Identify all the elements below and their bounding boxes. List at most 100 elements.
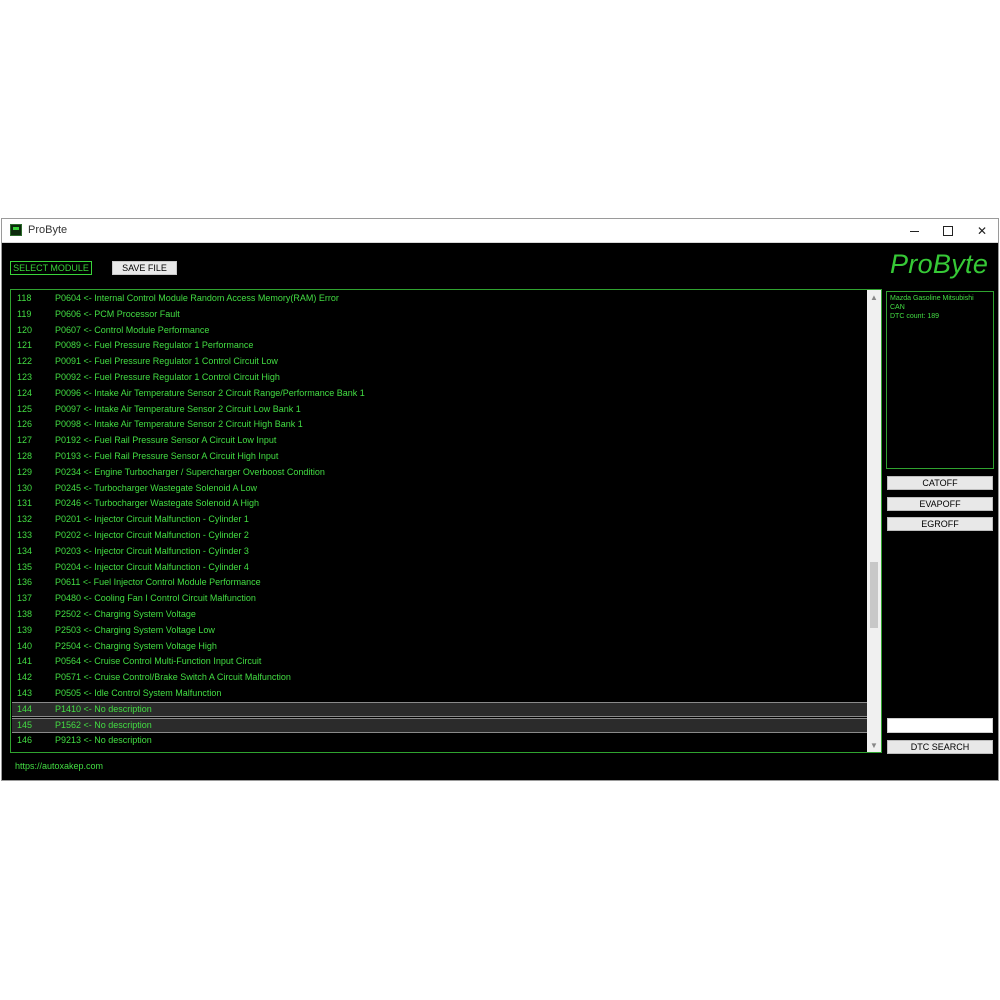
dtc-row-number: 140 (17, 640, 33, 651)
dtc-row[interactable]: 120 P0607 <- Control Module Performance (12, 323, 867, 338)
dtc-row[interactable]: 145 P1562 <- No description (12, 717, 867, 733)
dtc-row-text: P2504 <- Charging System Voltage High (55, 640, 217, 651)
dtc-row[interactable]: 142 P0571 <- Cruise Control/Brake Switch … (12, 670, 867, 685)
dtc-row-number: 129 (17, 466, 33, 477)
dtc-row-text: P0193 <- Fuel Rail Pressure Sensor A Cir… (55, 451, 279, 461)
dtc-row-text: P0234 <- Engine Turbocharger / Superchar… (55, 466, 325, 477)
dtc-row[interactable]: 129 P0234 <- Engine Turbocharger / Superc… (12, 465, 867, 480)
scroll-thumb[interactable] (870, 561, 878, 628)
dtc-search-button[interactable]: DTC SEARCH (887, 740, 993, 754)
dtc-row-text: P0098 <- Intake Air Temperature Sensor 2… (55, 419, 303, 430)
dtc-row[interactable]: 135 P0204 <- Injector Circuit Malfunction… (12, 560, 867, 575)
dtc-row-text: P0091 <- Fuel Pressure Regulator 1 Contr… (55, 356, 278, 367)
dtc-row-number: 133 (17, 530, 33, 540)
dtc-row-number: 118 (17, 293, 32, 303)
dtc-row-number: 142 (17, 672, 33, 683)
dtc-row[interactable]: 143 P0505 <- Idle Control System Malfunct… (12, 686, 867, 701)
select-module-button[interactable]: SELECT MODULE (10, 261, 92, 275)
minimize-button[interactable] (897, 219, 931, 242)
dtc-row-text: P1410 <- No description (55, 703, 152, 714)
dtc-row-number: 125 (17, 403, 33, 414)
dtc-row-number: 126 (17, 419, 33, 430)
catoff-button[interactable]: CATOFF (887, 476, 993, 490)
dtc-row-number: 119 (17, 308, 32, 319)
scroll-down-arrow-icon[interactable]: ▼ (867, 738, 881, 752)
dtc-row-text: P0607 <- Control Module Performance (55, 324, 210, 335)
website-url: https://autoxakep.com (15, 761, 104, 771)
dtc-row-number: 130 (17, 482, 33, 493)
close-icon: ✕ (976, 223, 988, 238)
dtc-row[interactable]: 140 P2504 <- Charging System Voltage High (12, 639, 867, 654)
dtc-row[interactable]: 141 P0564 <- Cruise Control Multi-Functio… (12, 654, 867, 669)
dtc-row[interactable]: 134 P0203 <- Injector Circuit Malfunction… (12, 544, 867, 559)
dtc-row-number: 145 (17, 719, 33, 730)
dtc-row-text: P0611 <- Fuel Injector Control Module Pe… (55, 577, 261, 588)
maximize-icon (943, 225, 953, 236)
dtc-search-input[interactable] (887, 718, 993, 733)
dtc-row-number: 122 (17, 356, 33, 367)
info-line: CAN (890, 304, 905, 311)
dtc-list[interactable]: 118 P0604 <- Internal Control Module Rand… (10, 289, 882, 753)
dtc-row[interactable]: 126 P0098 <- Intake Air Temperature Senso… (12, 417, 867, 432)
main-panel: SELECT MODULE SAVE FILE ProByte 118 P0604… (2, 243, 998, 780)
dtc-row-text: P0604 <- Internal Control Module Random … (55, 293, 339, 303)
title-bar[interactable]: ProByte ✕ (2, 219, 998, 243)
dtc-row-text: P0480 <- Cooling Fan I Control Circuit M… (55, 593, 256, 604)
dtc-row-text: P9213 <- No description (55, 735, 152, 746)
dtc-row[interactable]: 130 P0245 <- Turbocharger Wastegate Solen… (12, 481, 867, 496)
dtc-row[interactable]: 131 P0246 <- Turbocharger Wastegate Solen… (12, 496, 867, 511)
dtc-row-text: P2503 <- Charging System Voltage Low (55, 624, 215, 635)
dtc-row[interactable]: 119 P0606 <- PCM Processor Fault (12, 307, 867, 322)
dtc-row-number: 128 (17, 451, 33, 461)
info-line: Mazda Gasoline Mitsubishi (890, 295, 974, 302)
dtc-row-number: 121 (17, 340, 33, 351)
minimize-icon (909, 231, 919, 232)
dtc-row[interactable]: 123 P0092 <- Fuel Pressure Regulator 1 Co… (12, 370, 867, 385)
dtc-row[interactable]: 125 P0097 <- Intake Air Temperature Senso… (12, 402, 867, 417)
dtc-row-number: 146 (17, 735, 33, 746)
dtc-row-number: 135 (17, 561, 33, 572)
probyte-logo: ProByte (890, 249, 989, 279)
dtc-row-text: P0564 <- Cruise Control Multi-Function I… (55, 656, 262, 667)
dtc-row-number: 132 (17, 514, 33, 525)
dtc-row-text: P0096 <- Intake Air Temperature Sensor 2… (55, 387, 365, 398)
dtc-row-number: 138 (17, 609, 33, 619)
evapoff-button[interactable]: EVAPOFF (887, 497, 993, 511)
dtc-row[interactable]: 118 P0604 <- Internal Control Module Rand… (12, 291, 867, 306)
dtc-row[interactable]: 139 P2503 <- Charging System Voltage Low (12, 623, 867, 638)
dtc-row-number: 144 (17, 703, 33, 714)
dtc-row-text: P0245 <- Turbocharger Wastegate Solenoid… (55, 482, 258, 493)
close-button[interactable]: ✕ (965, 219, 999, 242)
dtc-row-number: 131 (17, 498, 33, 509)
vertical-scrollbar[interactable]: ▲ ▼ (867, 290, 881, 752)
dtc-row-number: 124 (17, 387, 33, 398)
egroff-button[interactable]: EGROFF (887, 517, 993, 531)
scroll-up-arrow-icon[interactable]: ▲ (867, 290, 881, 304)
dtc-row-number: 141 (17, 656, 33, 667)
dtc-row[interactable]: 133 P0202 <- Injector Circuit Malfunction… (12, 528, 867, 543)
dtc-row[interactable]: 124 P0096 <- Intake Air Temperature Senso… (12, 386, 867, 401)
dtc-row-text: P0192 <- Fuel Rail Pressure Sensor A Cir… (55, 435, 277, 446)
save-file-button[interactable]: SAVE FILE (112, 261, 177, 275)
dtc-row[interactable]: 146 P9213 <- No description (12, 733, 867, 748)
dtc-row[interactable]: 122 P0091 <- Fuel Pressure Regulator 1 Co… (12, 354, 867, 369)
dtc-row[interactable]: 128 P0193 <- Fuel Rail Pressure Sensor A … (12, 449, 867, 464)
window-title: ProByte (28, 224, 68, 236)
dtc-row-text: P0203 <- Injector Circuit Malfunction - … (55, 545, 249, 556)
dtc-row-number: 143 (17, 688, 33, 698)
dtc-row[interactable]: 144 P1410 <- No description (12, 701, 867, 717)
dtc-row[interactable]: 132 P0201 <- Injector Circuit Malfunction… (12, 512, 867, 527)
dtc-row-number: 120 (17, 324, 33, 335)
dtc-row-text: P0204 <- Injector Circuit Malfunction - … (55, 561, 249, 572)
dtc-row-text: P0571 <- Cruise Control/Brake Switch A C… (55, 672, 291, 683)
app-window: ProByte ✕ SELECT MODULE SAVE FILE ProByt… (1, 218, 999, 781)
dtc-row-text: P0092 <- Fuel Pressure Regulator 1 Contr… (55, 372, 280, 382)
dtc-row-text: P0505 <- Idle Control System Malfunction (55, 688, 222, 698)
dtc-row-text: P0202 <- Injector Circuit Malfunction - … (55, 530, 249, 540)
dtc-row[interactable]: 138 P2502 <- Charging System Voltage (12, 607, 867, 622)
dtc-row[interactable]: 127 P0192 <- Fuel Rail Pressure Sensor A … (12, 433, 867, 448)
maximize-button[interactable] (931, 219, 965, 242)
dtc-row[interactable]: 137 P0480 <- Cooling Fan I Control Circui… (12, 591, 867, 606)
dtc-row[interactable]: 136 P0611 <- Fuel Injector Control Module… (12, 575, 867, 590)
dtc-row[interactable]: 121 P0089 <- Fuel Pressure Regulator 1 Pe… (12, 338, 867, 353)
